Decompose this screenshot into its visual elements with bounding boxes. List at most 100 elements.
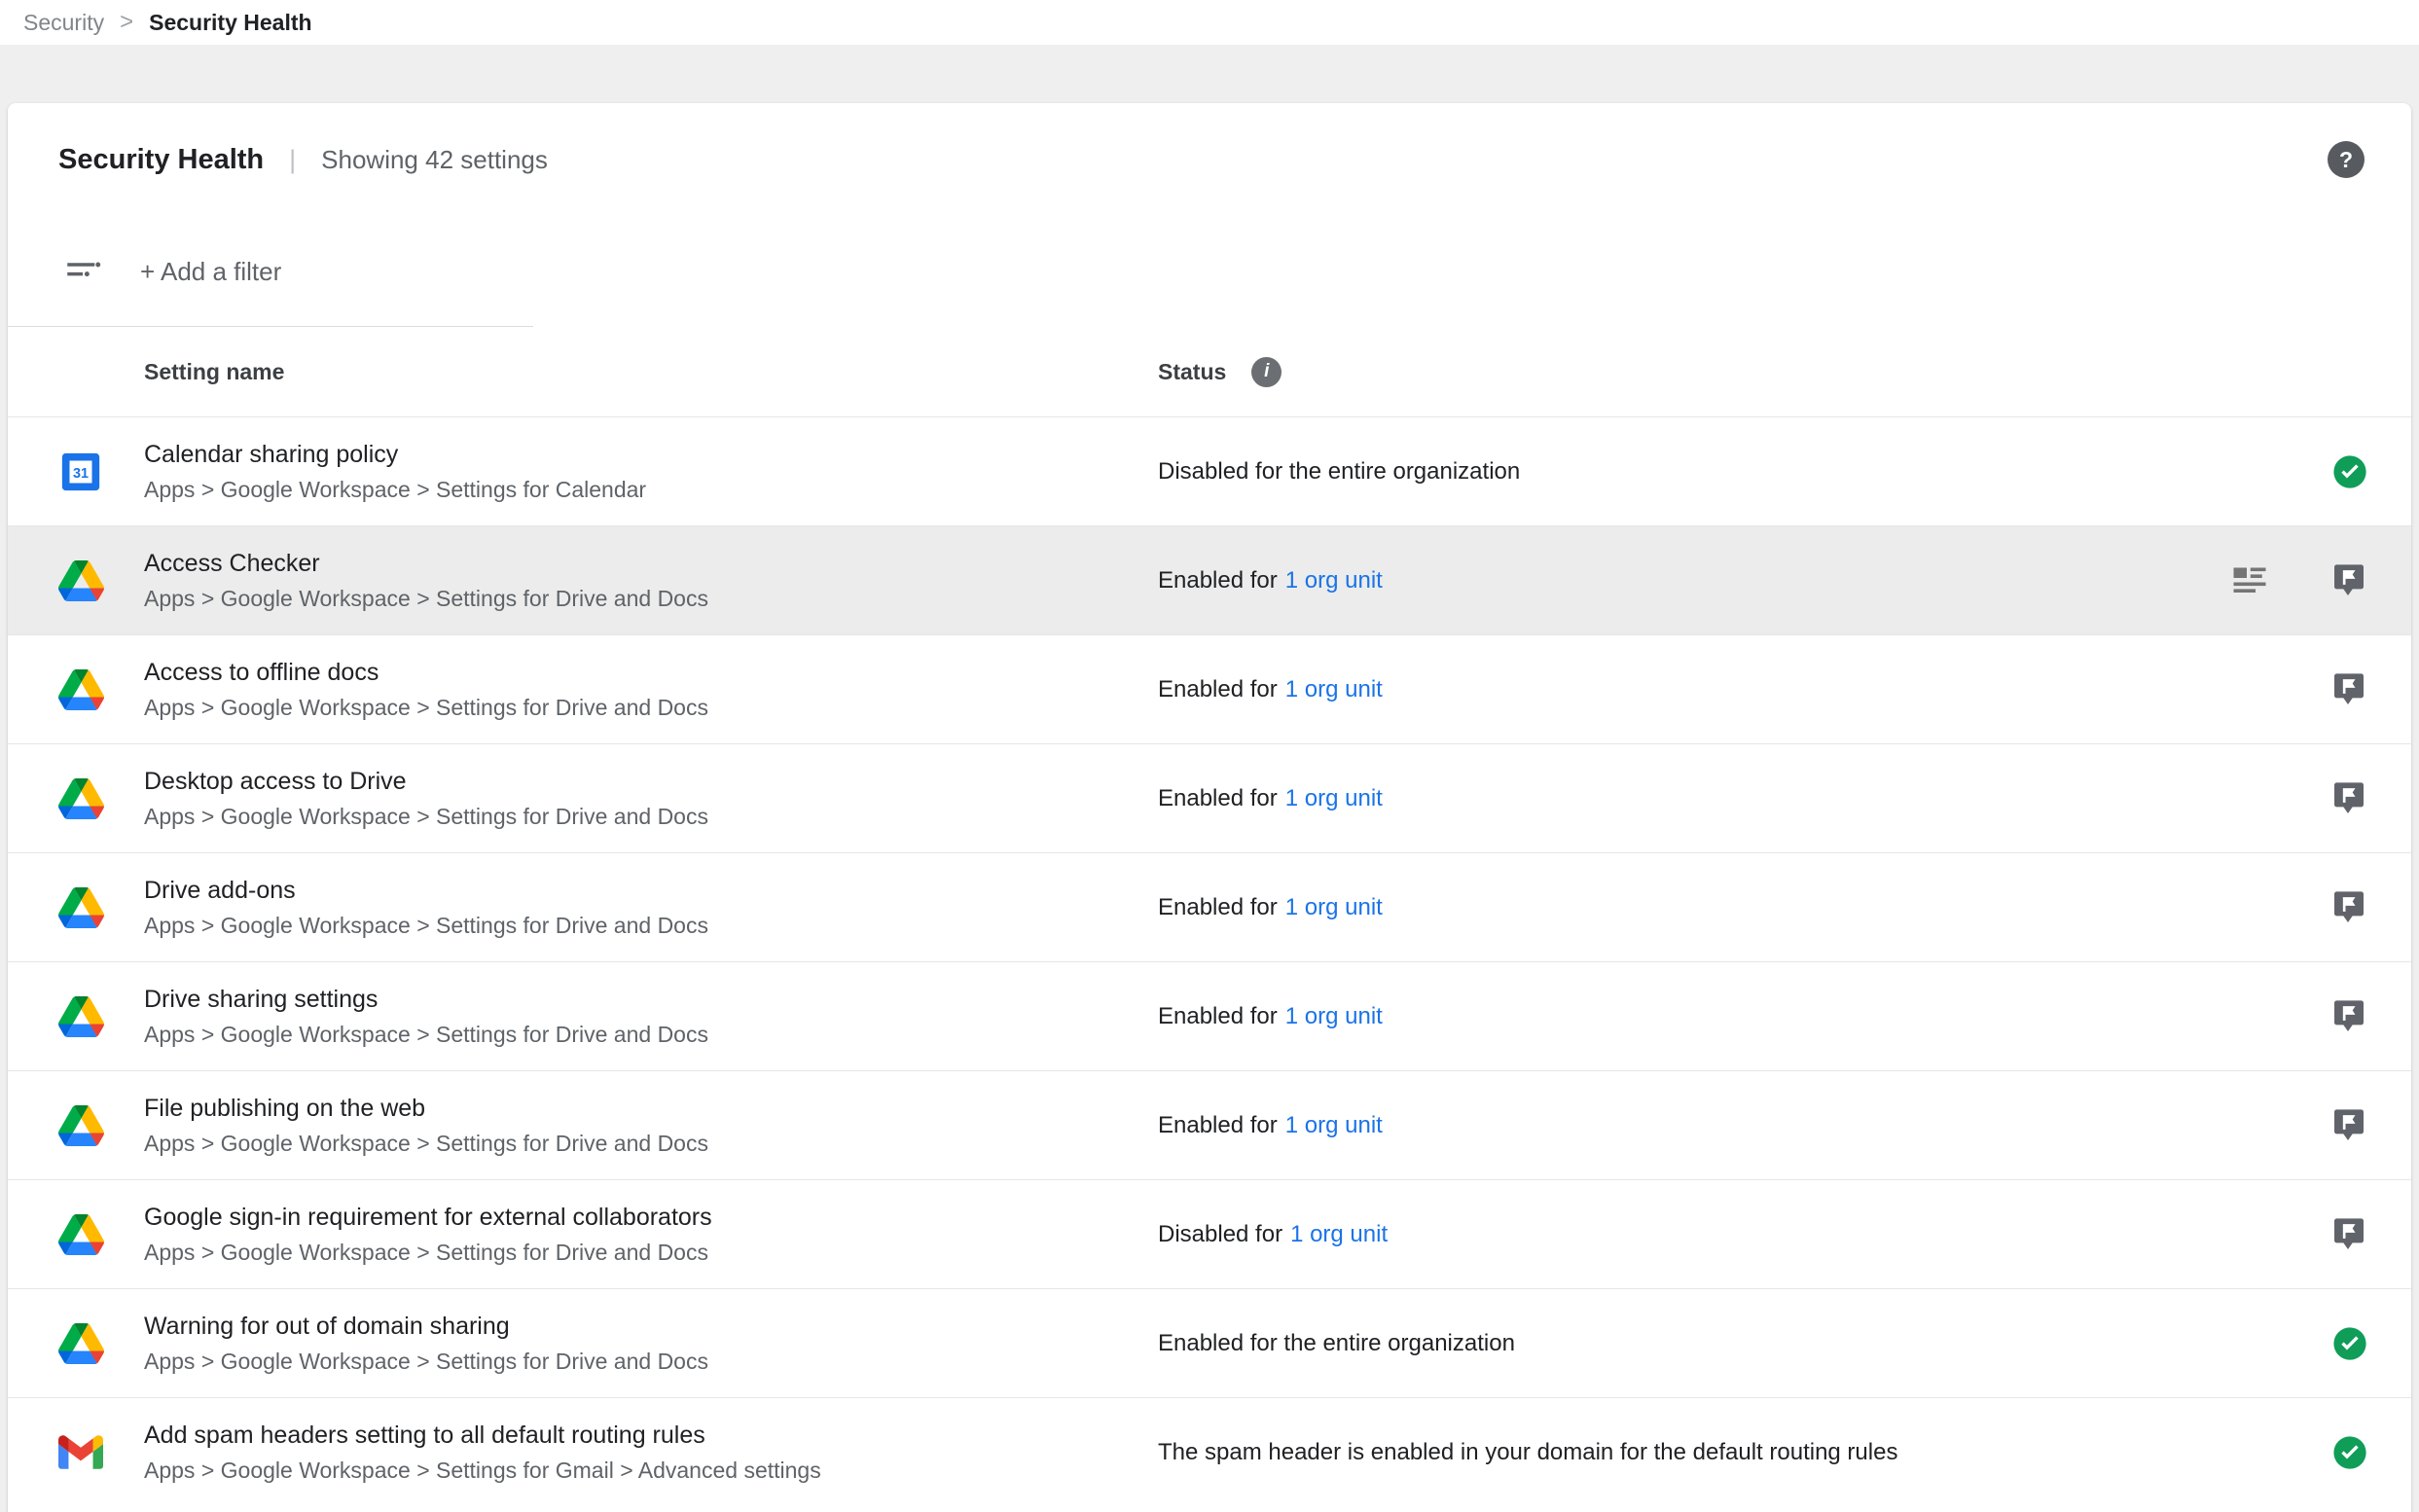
app-icon-cell <box>58 1214 144 1255</box>
table-row[interactable]: Access Checker Apps > Google Workspace >… <box>8 525 2411 634</box>
setting-name: Drive add-ons <box>144 877 1158 905</box>
row-actions <box>2329 779 2368 818</box>
breadcrumb-item-security[interactable]: Security <box>23 10 104 36</box>
drive-icon <box>58 669 104 710</box>
setting-path: Apps > Google Workspace > Settings for G… <box>144 1458 1158 1484</box>
table-row[interactable]: File publishing on the web Apps > Google… <box>8 1070 2411 1179</box>
status-column-header-cell: Status i <box>1158 357 2368 387</box>
row-actions <box>2331 1325 2368 1362</box>
status-cell: Enabled for 1 org unit <box>1158 567 2232 594</box>
add-filter-button[interactable]: + Add a filter <box>140 257 281 287</box>
help-icon[interactable]: ? <box>2328 141 2365 178</box>
row-actions <box>2329 670 2368 709</box>
status-cell: Enabled for 1 org unit <box>1158 785 2329 812</box>
table-header: Setting name Status i <box>8 327 2411 416</box>
status-text: The spam header is enabled in your domai… <box>1158 1439 1897 1465</box>
breadcrumb-item-security-health: Security Health <box>149 10 311 36</box>
view-details-icon[interactable] <box>2232 566 2267 595</box>
row-actions <box>2232 561 2368 600</box>
breadcrumb: Security > Security Health <box>0 0 2419 45</box>
app-icon-cell <box>58 1105 144 1146</box>
setting-name: File publishing on the web <box>144 1095 1158 1123</box>
setting-name: Google sign-in requirement for external … <box>144 1204 1158 1232</box>
row-actions <box>2329 1215 2368 1254</box>
org-unit-link[interactable]: 1 org unit <box>1285 785 1383 811</box>
status-text: Enabled for <box>1158 785 1278 811</box>
calendar-icon: 31 <box>58 450 103 494</box>
status-cell: Enabled for 1 org unit <box>1158 894 2329 921</box>
row-actions <box>2329 997 2368 1036</box>
org-unit-link[interactable]: 1 org unit <box>1290 1221 1388 1247</box>
settings-count-label: Showing 42 settings <box>321 145 548 175</box>
drive-icon <box>58 1323 104 1364</box>
status-cell: Enabled for the entire organization <box>1158 1330 2331 1357</box>
recommendation-flag-icon[interactable] <box>2329 561 2368 600</box>
setting-path: Apps > Google Workspace > Settings for D… <box>144 1240 1158 1266</box>
drive-icon <box>58 887 104 928</box>
status-text: Enabled for the entire organization <box>1158 1330 1515 1356</box>
drive-icon <box>58 1214 104 1255</box>
table-row[interactable]: Access to offline docs Apps > Google Wor… <box>8 634 2411 743</box>
setting-path: Apps > Google Workspace > Settings for D… <box>144 1131 1158 1157</box>
security-health-card: Security Health | Showing 42 settings ? … <box>8 103 2411 1512</box>
status-text: Enabled for <box>1158 567 1278 594</box>
setting-name: Warning for out of domain sharing <box>144 1313 1158 1341</box>
setting-name-cell: Add spam headers setting to all default … <box>144 1422 1158 1484</box>
setting-name: Access to offline docs <box>144 659 1158 687</box>
table-row[interactable]: Drive add-ons Apps > Google Workspace > … <box>8 852 2411 961</box>
status-ok-icon <box>2331 1434 2368 1471</box>
recommendation-flag-icon[interactable] <box>2329 888 2368 927</box>
page-title: Security Health <box>58 144 264 176</box>
filter-list-icon[interactable] <box>62 251 103 292</box>
setting-name: Drive sharing settings <box>144 986 1158 1014</box>
table-row[interactable]: Add spam headers setting to all default … <box>8 1397 2411 1506</box>
status-text: Enabled for <box>1158 894 1278 920</box>
setting-path: Apps > Google Workspace > Settings for D… <box>144 1349 1158 1375</box>
org-unit-link[interactable]: 1 org unit <box>1285 1003 1383 1029</box>
status-text: Enabled for <box>1158 1112 1278 1138</box>
recommendation-flag-icon[interactable] <box>2329 997 2368 1036</box>
setting-name-cell: Access to offline docs Apps > Google Wor… <box>144 659 1158 721</box>
setting-path: Apps > Google Workspace > Settings for D… <box>144 586 1158 612</box>
status-text: Enabled for <box>1158 676 1278 702</box>
recommendation-flag-icon[interactable] <box>2329 670 2368 709</box>
status-column-header: Status <box>1158 359 1226 385</box>
org-unit-link[interactable]: 1 org unit <box>1285 894 1383 920</box>
setting-name-cell: Drive add-ons Apps > Google Workspace > … <box>144 877 1158 939</box>
table-row[interactable]: 31 Calendar sharing policy Apps > Google… <box>8 416 2411 525</box>
gmail-icon <box>58 1435 103 1469</box>
setting-name: Add spam headers setting to all default … <box>144 1422 1158 1450</box>
setting-path: Apps > Google Workspace > Settings for D… <box>144 804 1158 830</box>
setting-name-cell: Calendar sharing policy Apps > Google Wo… <box>144 441 1158 503</box>
setting-name: Access Checker <box>144 550 1158 578</box>
drive-icon <box>58 1105 104 1146</box>
setting-name-cell: Access Checker Apps > Google Workspace >… <box>144 550 1158 612</box>
status-cell: Enabled for 1 org unit <box>1158 676 2329 703</box>
recommendation-flag-icon[interactable] <box>2329 1215 2368 1254</box>
table-row[interactable]: Google sign-in requirement for external … <box>8 1179 2411 1288</box>
table-row[interactable]: Warning for out of domain sharing Apps >… <box>8 1288 2411 1397</box>
app-icon-cell <box>58 887 144 928</box>
status-ok-icon <box>2331 1325 2368 1362</box>
table-row[interactable]: Desktop access to Drive Apps > Google Wo… <box>8 743 2411 852</box>
title-divider: | <box>289 145 296 175</box>
row-actions <box>2329 888 2368 927</box>
status-cell: Disabled for1 org unit <box>1158 1221 2329 1248</box>
table-row[interactable]: Drive sharing settings Apps > Google Wor… <box>8 961 2411 1070</box>
status-cell: Enabled for 1 org unit <box>1158 1112 2329 1139</box>
row-actions <box>2329 1106 2368 1145</box>
setting-path: Apps > Google Workspace > Settings for C… <box>144 477 1158 503</box>
org-unit-link[interactable]: 1 org unit <box>1285 567 1383 594</box>
status-ok-icon <box>2331 453 2368 490</box>
settings-table-body: 31 Calendar sharing policy Apps > Google… <box>8 416 2411 1506</box>
org-unit-link[interactable]: 1 org unit <box>1285 1112 1383 1138</box>
setting-name-cell: Warning for out of domain sharing Apps >… <box>144 1313 1158 1375</box>
app-icon-cell <box>58 1435 144 1469</box>
setting-name-cell: File publishing on the web Apps > Google… <box>144 1095 1158 1157</box>
setting-name: Calendar sharing policy <box>144 441 1158 469</box>
recommendation-flag-icon[interactable] <box>2329 1106 2368 1145</box>
info-icon[interactable]: i <box>1251 357 1282 387</box>
app-icon-cell <box>58 560 144 601</box>
recommendation-flag-icon[interactable] <box>2329 779 2368 818</box>
org-unit-link[interactable]: 1 org unit <box>1285 676 1383 702</box>
